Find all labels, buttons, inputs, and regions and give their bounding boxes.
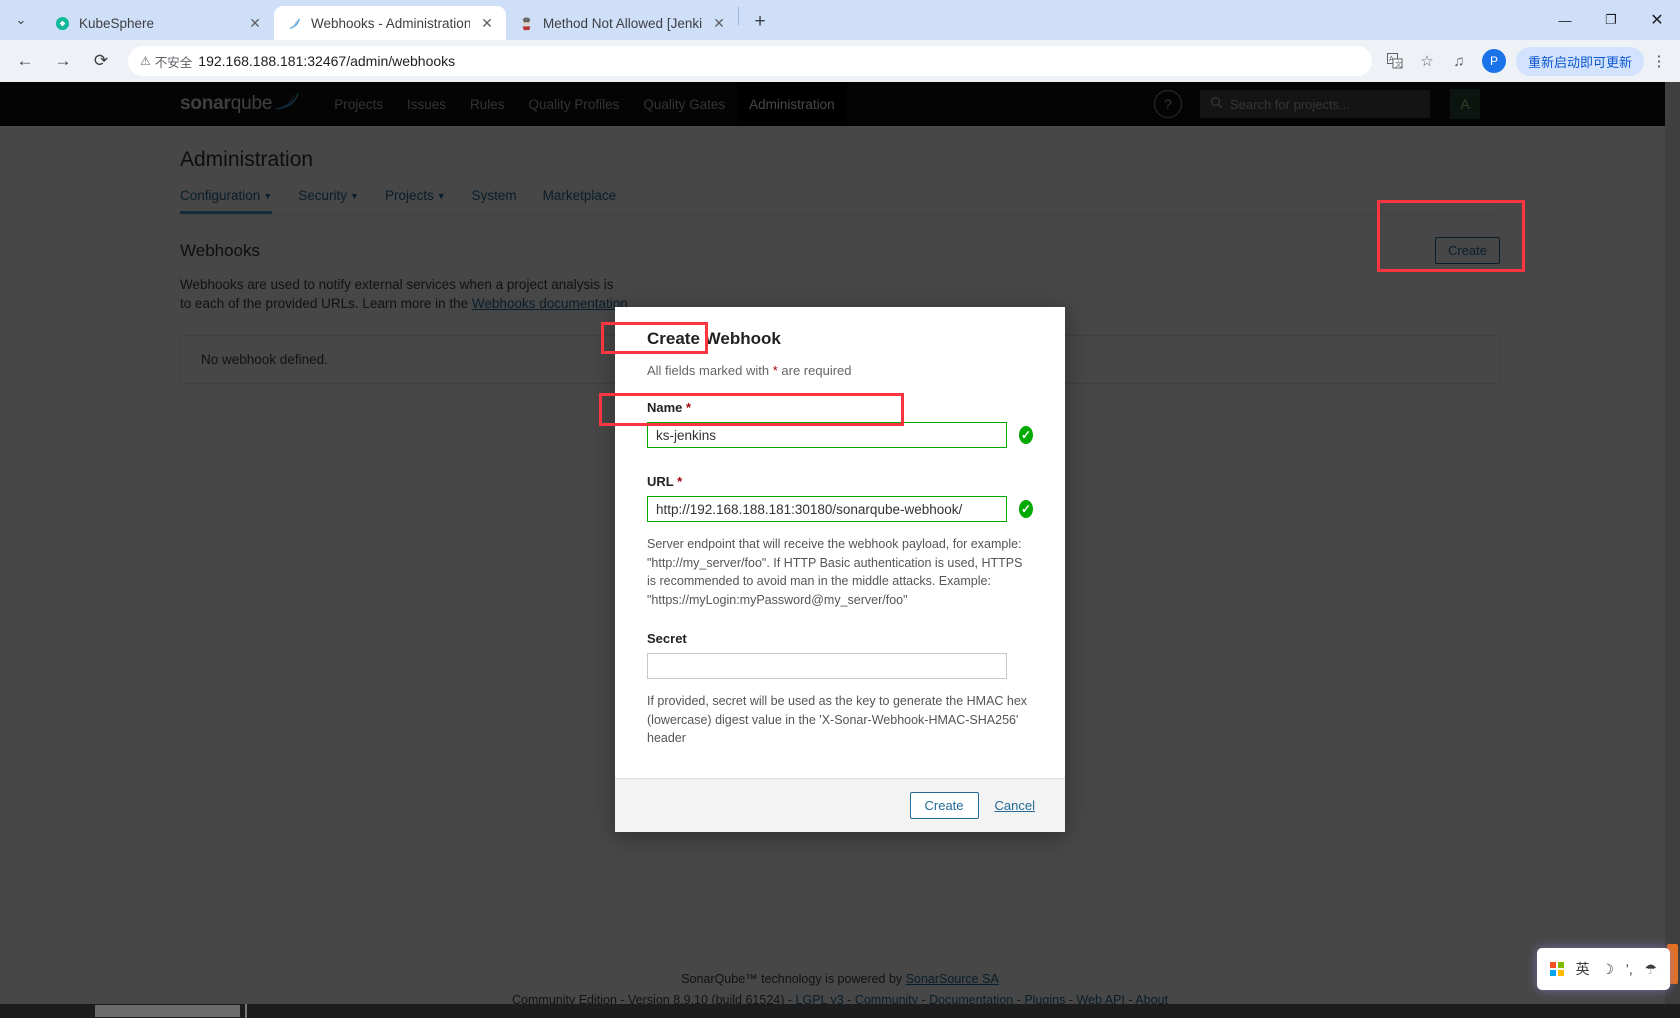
webhook-secret-input[interactable] bbox=[647, 653, 1007, 679]
tab-title: Webhooks - Administration bbox=[311, 15, 470, 31]
translate-icon[interactable]: A文 bbox=[1380, 46, 1410, 76]
reading-list-icon[interactable]: ♫ bbox=[1444, 46, 1474, 76]
reload-icon[interactable]: ⟳ bbox=[84, 44, 118, 78]
modal-footer: Create Cancel bbox=[615, 777, 1065, 832]
browser-window: ⌄ KubeSphere ✕ Webhooks - Administration… bbox=[0, 0, 1680, 1018]
create-webhook-modal: Create Webhook All fields marked with * … bbox=[615, 307, 1065, 832]
close-icon[interactable]: ✕ bbox=[246, 14, 264, 32]
check-circle-icon: ✓ bbox=[1019, 426, 1033, 444]
sonarqube-icon bbox=[286, 15, 303, 32]
modal-cancel-link[interactable]: Cancel bbox=[995, 798, 1035, 813]
update-button[interactable]: 重新启动即可更新 bbox=[1515, 46, 1644, 76]
secret-row bbox=[647, 653, 1033, 679]
secret-label: Secret bbox=[647, 631, 687, 646]
url-help-text: Server endpoint that will receive the we… bbox=[647, 537, 1023, 607]
webhook-name-input[interactable] bbox=[647, 422, 1007, 448]
browser-tab-jenkins[interactable]: Method Not Allowed [Jenkins ✕ bbox=[506, 6, 738, 40]
horizontal-scrollbar[interactable] bbox=[0, 1004, 1680, 1018]
browser-tab-kubesphere[interactable]: KubeSphere ✕ bbox=[42, 6, 274, 40]
warning-triangle-icon: ⚠ bbox=[140, 54, 151, 68]
tab-strip: ⌄ KubeSphere ✕ Webhooks - Administration… bbox=[0, 0, 1680, 40]
modal-create-button[interactable]: Create bbox=[909, 791, 979, 819]
close-icon[interactable]: ✕ bbox=[478, 14, 496, 32]
check-circle-icon: ✓ bbox=[1019, 500, 1033, 518]
security-indicator[interactable]: ⚠ 不安全 bbox=[140, 52, 192, 71]
svg-text:文: 文 bbox=[1395, 60, 1402, 69]
address-bar[interactable]: ⚠ 不安全 192.168.188.181:32467/admin/webhoo… bbox=[128, 46, 1372, 76]
jenkins-icon bbox=[518, 15, 535, 32]
moon-icon[interactable]: ☽ bbox=[1601, 961, 1614, 978]
url-label: URL * bbox=[647, 474, 1033, 489]
browser-tab-webhooks[interactable]: Webhooks - Administration ✕ bbox=[274, 6, 506, 40]
name-row: ✓ bbox=[647, 422, 1033, 448]
ime-skin-icon[interactable]: ☂ bbox=[1645, 961, 1658, 978]
ime-toolbar[interactable]: 英 ☽ ’, ☂ bbox=[1537, 948, 1670, 990]
required-note: All fields marked with * are required bbox=[647, 363, 1033, 378]
horizontal-scrollbar-thumb[interactable] bbox=[95, 1005, 240, 1017]
name-label-text: Name bbox=[647, 400, 683, 415]
url-label-text: URL bbox=[647, 474, 674, 489]
punctuation-icon[interactable]: ’, bbox=[1626, 961, 1633, 977]
browser-menu-icon[interactable]: ⋮ bbox=[1646, 46, 1672, 76]
required-asterisk: * bbox=[686, 400, 692, 415]
modal-header: Create Webhook bbox=[615, 307, 1065, 349]
new-tab-button[interactable]: + bbox=[745, 7, 775, 37]
modal-title: Create Webhook bbox=[647, 329, 781, 348]
microsoft-logo-icon bbox=[1549, 962, 1564, 976]
url-field-group: URL * ✓ Server endpoint that will receiv… bbox=[647, 474, 1033, 609]
required-note-post: are required bbox=[777, 363, 852, 378]
secret-help-text: If provided, secret will be used as the … bbox=[647, 694, 1028, 745]
webhook-url-input[interactable] bbox=[647, 496, 1007, 522]
tab-divider bbox=[738, 7, 739, 25]
profile-avatar[interactable]: P bbox=[1481, 49, 1506, 73]
maximize-icon[interactable]: ❐ bbox=[1588, 0, 1634, 40]
ime-mode-label[interactable]: 英 bbox=[1576, 959, 1590, 979]
required-asterisk: * bbox=[677, 474, 683, 489]
vertical-scrollbar[interactable] bbox=[1665, 82, 1680, 1018]
close-icon[interactable]: ✕ bbox=[710, 14, 728, 32]
chevron-down-icon: ⌄ bbox=[15, 12, 27, 27]
tab-title: KubeSphere bbox=[79, 15, 155, 31]
minimize-icon[interactable]: — bbox=[1542, 0, 1588, 40]
tab-title: Method Not Allowed [Jenkins bbox=[543, 15, 702, 31]
name-label: Name * bbox=[647, 400, 1033, 415]
star-icon[interactable]: ☆ bbox=[1412, 46, 1442, 76]
secret-field-group: Secret If provided, secret will be used … bbox=[647, 631, 1033, 748]
security-label: 不安全 bbox=[154, 55, 193, 70]
url-row: ✓ bbox=[647, 496, 1033, 522]
forward-icon[interactable]: → bbox=[46, 44, 80, 78]
scrollbar-divider bbox=[245, 1004, 247, 1018]
modal-body: All fields marked with * are required Na… bbox=[615, 349, 1065, 778]
page-viewport: sonarqube Projects Issues Rules Quality … bbox=[0, 82, 1680, 1018]
required-note-pre: All fields marked with bbox=[647, 363, 773, 378]
window-controls: — ❐ ✕ bbox=[1542, 0, 1680, 40]
name-field-group: Name * ✓ bbox=[647, 400, 1033, 448]
tab-search-button[interactable]: ⌄ bbox=[0, 0, 42, 40]
sonarqube-page: sonarqube Projects Issues Rules Quality … bbox=[0, 82, 1680, 1018]
back-icon[interactable]: ← bbox=[8, 44, 42, 78]
browser-toolbar: ← → ⟳ ⚠ 不安全 192.168.188.181:32467/admin/… bbox=[0, 40, 1680, 82]
address-bar-url: 192.168.188.181:32467/admin/webhooks bbox=[198, 53, 456, 69]
close-window-icon[interactable]: ✕ bbox=[1634, 0, 1680, 40]
kubesphere-icon bbox=[54, 15, 71, 32]
toolbar-icons: A文 ☆ ♫ P 重新启动即可更新 ⋮ bbox=[1380, 46, 1672, 76]
